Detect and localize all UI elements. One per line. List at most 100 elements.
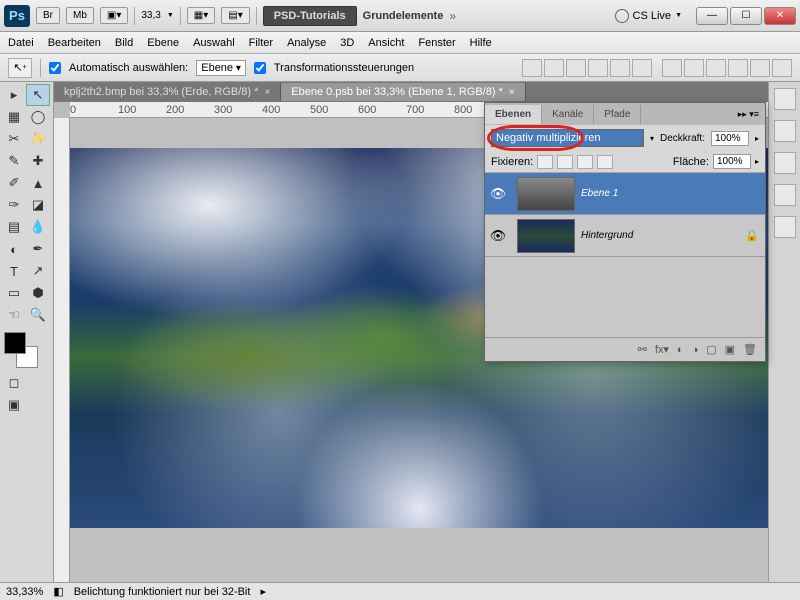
doc-tab-1[interactable]: kplj2th2.bmp bei 33,3% (Erde, RGB/8) *× <box>54 83 281 101</box>
quickmask-button[interactable]: ◻ <box>2 372 26 394</box>
eyedropper-tool[interactable]: ✎ <box>2 150 26 172</box>
ruler-vertical[interactable] <box>54 118 70 582</box>
dock-masks-icon[interactable] <box>774 152 796 174</box>
align-left-button[interactable] <box>588 59 608 77</box>
3d-tool[interactable]: ⬢ <box>26 282 50 304</box>
opacity-input[interactable]: 100% <box>711 131 749 146</box>
hand-tool[interactable]: ☜ <box>2 304 26 326</box>
tool-ps-icon[interactable]: ▸ <box>2 84 26 106</box>
menu-datei[interactable]: Datei <box>8 37 34 49</box>
heal-tool[interactable]: ✚ <box>26 150 50 172</box>
dock-swatches-icon[interactable] <box>774 88 796 110</box>
auto-select-checkbox[interactable] <box>49 62 61 74</box>
maximize-button[interactable]: ☐ <box>730 7 762 25</box>
layer-row[interactable]: 👁 Hintergrund 🔒 <box>485 215 765 257</box>
distribute-5-button[interactable] <box>750 59 770 77</box>
zoom-level[interactable]: 33,3 <box>141 10 160 21</box>
distribute-3-button[interactable] <box>706 59 726 77</box>
dock-layers-icon[interactable] <box>774 216 796 238</box>
menu-ansicht[interactable]: Ansicht <box>368 37 404 49</box>
menu-fenster[interactable]: Fenster <box>418 37 455 49</box>
shape-tool[interactable]: ▭ <box>2 282 26 304</box>
distribute-2-button[interactable] <box>684 59 704 77</box>
menu-hilfe[interactable]: Hilfe <box>470 37 492 49</box>
auto-select-dropdown[interactable]: Ebene ▾ <box>196 60 246 76</box>
stamp-tool[interactable]: ▲ <box>26 172 50 194</box>
delete-layer-icon[interactable]: 🗑 <box>743 343 757 356</box>
lasso-tool[interactable]: ◯ <box>26 106 50 128</box>
adjustment-layer-icon[interactable]: ◑ <box>692 344 699 356</box>
align-hcenter-button[interactable] <box>610 59 630 77</box>
layer-group-icon[interactable]: ▢ <box>706 343 716 356</box>
link-layers-icon[interactable]: ⚯ <box>638 343 647 356</box>
layer-thumbnail[interactable] <box>517 177 575 211</box>
fill-input[interactable]: 100% <box>713 154 751 169</box>
menu-filter[interactable]: Filter <box>249 37 273 49</box>
minibridge-button[interactable]: Mb <box>66 7 94 24</box>
zoom-dropdown-icon[interactable]: ▼ <box>167 12 174 19</box>
layer-mask-icon[interactable]: ◐ <box>677 344 684 356</box>
dodge-tool[interactable]: ◐ <box>2 238 26 260</box>
align-right-button[interactable] <box>632 59 652 77</box>
visibility-icon[interactable]: 👁 <box>485 186 511 202</box>
lock-all-icon[interactable] <box>597 155 613 169</box>
layer-row[interactable]: 👁 Ebene 1 <box>485 173 765 215</box>
chevron-right-icon[interactable]: » <box>449 9 456 23</box>
minimize-button[interactable]: — <box>696 7 728 25</box>
blend-mode-dropdown[interactable]: Negativ multiplizieren <box>491 129 644 147</box>
menu-bild[interactable]: Bild <box>115 37 133 49</box>
layer-thumbnail[interactable] <box>517 219 575 253</box>
menu-bearbeiten[interactable]: Bearbeiten <box>48 37 101 49</box>
history-brush-tool[interactable]: ✑ <box>2 194 26 216</box>
bridge-button[interactable]: Br <box>36 7 60 24</box>
doc-tab-2[interactable]: Ebene 0.psb bei 33,3% (Ebene 1, RGB/8) *… <box>281 83 525 101</box>
gradient-tool[interactable]: ▤ <box>2 216 26 238</box>
close-button[interactable]: ✕ <box>764 7 796 25</box>
menu-3d[interactable]: 3D <box>340 37 354 49</box>
dock-adjustments-icon[interactable] <box>774 120 796 142</box>
dock-brushes-icon[interactable] <box>774 184 796 206</box>
screen-mode-button[interactable]: ▣▾ <box>100 7 128 24</box>
align-top-button[interactable] <box>522 59 542 77</box>
lock-position-icon[interactable] <box>577 155 593 169</box>
status-arrow-icon[interactable]: ▸ <box>260 585 266 598</box>
visibility-icon[interactable]: 👁 <box>485 228 511 244</box>
cslive-dropdown-icon[interactable]: ▼ <box>675 12 682 19</box>
menu-auswahl[interactable]: Auswahl <box>193 37 235 49</box>
wand-tool[interactable]: ✨ <box>26 128 50 150</box>
eraser-tool[interactable]: ◪ <box>26 194 50 216</box>
tab-pfade[interactable]: Pfade <box>594 105 641 124</box>
close-icon[interactable]: × <box>264 87 270 98</box>
brush-tool[interactable]: ✐ <box>2 172 26 194</box>
menu-ebene[interactable]: Ebene <box>147 37 179 49</box>
tab-ebenen[interactable]: Ebenen <box>485 105 542 124</box>
layer-fx-icon[interactable]: fx▾ <box>655 343 669 356</box>
status-zoom[interactable]: 33,33% <box>6 586 43 598</box>
foreground-color-swatch[interactable] <box>4 332 26 354</box>
align-bottom-button[interactable] <box>566 59 586 77</box>
status-nav-icon[interactable]: ◧ <box>53 585 63 598</box>
color-swatches[interactable] <box>2 332 42 368</box>
cslive-label[interactable]: CS Live <box>633 10 672 22</box>
lock-transparency-icon[interactable] <box>537 155 553 169</box>
layer-name[interactable]: Ebene 1 <box>581 188 765 199</box>
menu-analyse[interactable]: Analyse <box>287 37 326 49</box>
new-layer-icon[interactable]: ▣ <box>725 343 735 356</box>
pen-tool[interactable]: ✒ <box>26 238 50 260</box>
blur-tool[interactable]: 💧 <box>26 216 50 238</box>
move-tool[interactable]: ↖ <box>26 84 50 106</box>
psd-tutorials-button[interactable]: PSD-Tutorials <box>263 6 357 26</box>
panel-menu-icon[interactable]: ▸▸ ▾≡ <box>732 109 765 120</box>
view-extras-button[interactable]: ▦▾ <box>187 7 215 24</box>
distribute-4-button[interactable] <box>728 59 748 77</box>
close-icon[interactable]: × <box>509 87 515 98</box>
lock-pixels-icon[interactable] <box>557 155 573 169</box>
marquee-tool[interactable]: ▦ <box>2 106 26 128</box>
align-vcenter-button[interactable] <box>544 59 564 77</box>
layer-name[interactable]: Hintergrund <box>581 230 745 241</box>
move-tool-icon[interactable]: ↖+ <box>8 58 32 78</box>
transform-checkbox[interactable] <box>254 62 266 74</box>
distribute-6-button[interactable] <box>772 59 792 77</box>
workspace-name[interactable]: Grundelemente <box>363 10 444 22</box>
crop-tool[interactable]: ✂ <box>2 128 26 150</box>
